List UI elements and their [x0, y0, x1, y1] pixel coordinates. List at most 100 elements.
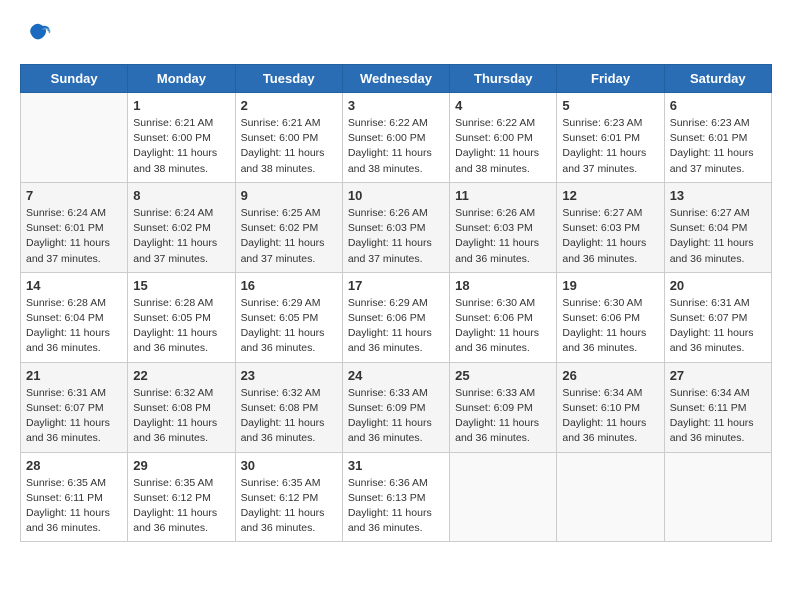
day-cell: 23Sunrise: 6:32 AM Sunset: 6:08 PM Dayli…: [235, 362, 342, 452]
day-info: Sunrise: 6:34 AM Sunset: 6:11 PM Dayligh…: [670, 386, 766, 447]
day-number: 17: [348, 278, 444, 293]
week-row-1: 1 Sunrise: 6:21 AM Sunset: 6:00 PM Daylig…: [21, 93, 772, 183]
day-number: 7: [26, 188, 122, 203]
day-info: Sunrise: 6:32 AM Sunset: 6:08 PM Dayligh…: [133, 386, 229, 447]
day-number: 2: [241, 98, 337, 113]
day-info: Sunrise: 6:24 AM Sunset: 6:02 PM Dayligh…: [133, 206, 229, 267]
day-info: Sunrise: 6:21 AM Sunset: 6:00 PM Dayligh…: [133, 116, 229, 177]
day-cell: 2 Sunrise: 6:21 AM Sunset: 6:00 PM Daylig…: [235, 93, 342, 183]
day-info: Sunrise: 6:26 AM Sunset: 6:03 PM Dayligh…: [455, 206, 551, 267]
day-number: 5: [562, 98, 658, 113]
page-header: [20, 20, 772, 48]
day-cell: 21Sunrise: 6:31 AM Sunset: 6:07 PM Dayli…: [21, 362, 128, 452]
day-number: 8: [133, 188, 229, 203]
day-cell: 6Sunrise: 6:23 AM Sunset: 6:01 PM Daylig…: [664, 93, 771, 183]
header-day-sunday: Sunday: [21, 65, 128, 93]
day-number: 14: [26, 278, 122, 293]
day-number: 13: [670, 188, 766, 203]
day-number: 20: [670, 278, 766, 293]
day-info: Sunrise: 6:29 AM Sunset: 6:05 PM Dayligh…: [241, 296, 337, 357]
header-day-thursday: Thursday: [450, 65, 557, 93]
day-cell: 1 Sunrise: 6:21 AM Sunset: 6:00 PM Daylig…: [128, 93, 235, 183]
week-row-2: 7 Sunrise: 6:24 AM Sunset: 6:01 PM Daylig…: [21, 182, 772, 272]
day-number: 24: [348, 368, 444, 383]
day-info: Sunrise: 6:23 AM Sunset: 6:01 PM Dayligh…: [562, 116, 658, 177]
day-info: Sunrise: 6:29 AM Sunset: 6:06 PM Dayligh…: [348, 296, 444, 357]
day-cell: 5 Sunrise: 6:23 AM Sunset: 6:01 PM Daylig…: [557, 93, 664, 183]
day-number: 9: [241, 188, 337, 203]
day-info: Sunrise: 6:30 AM Sunset: 6:06 PM Dayligh…: [455, 296, 551, 357]
day-cell: 25 Sunrise: 6:33 AM Sunset: 6:09 PM Dayli…: [450, 362, 557, 452]
week-row-3: 14 Sunrise: 6:28 AM Sunset: 6:04 PM Dayli…: [21, 272, 772, 362]
day-cell: 20 Sunrise: 6:31 AM Sunset: 6:07 PM Dayli…: [664, 272, 771, 362]
day-number: 3: [348, 98, 444, 113]
day-number: 18: [455, 278, 551, 293]
logo: [20, 20, 52, 48]
day-info: Sunrise: 6:35 AM Sunset: 6:12 PM Dayligh…: [241, 476, 337, 537]
day-info: Sunrise: 6:27 AM Sunset: 6:04 PM Dayligh…: [670, 206, 766, 267]
day-cell: 14 Sunrise: 6:28 AM Sunset: 6:04 PM Dayli…: [21, 272, 128, 362]
day-cell: 17 Sunrise: 6:29 AM Sunset: 6:06 PM Dayli…: [342, 272, 449, 362]
day-cell: 4 Sunrise: 6:22 AM Sunset: 6:00 PM Daylig…: [450, 93, 557, 183]
day-cell: [450, 452, 557, 542]
day-number: 1: [133, 98, 229, 113]
week-row-5: 28Sunrise: 6:35 AM Sunset: 6:11 PM Dayli…: [21, 452, 772, 542]
day-number: 26: [562, 368, 658, 383]
day-number: 25: [455, 368, 551, 383]
day-number: 22: [133, 368, 229, 383]
day-cell: 30 Sunrise: 6:35 AM Sunset: 6:12 PM Dayli…: [235, 452, 342, 542]
day-info: Sunrise: 6:30 AM Sunset: 6:06 PM Dayligh…: [562, 296, 658, 357]
day-number: 10: [348, 188, 444, 203]
day-info: Sunrise: 6:22 AM Sunset: 6:00 PM Dayligh…: [455, 116, 551, 177]
day-cell: 7 Sunrise: 6:24 AM Sunset: 6:01 PM Daylig…: [21, 182, 128, 272]
day-number: 28: [26, 458, 122, 473]
logo-bird-icon: [24, 20, 52, 48]
day-info: Sunrise: 6:25 AM Sunset: 6:02 PM Dayligh…: [241, 206, 337, 267]
header-day-friday: Friday: [557, 65, 664, 93]
day-cell: [557, 452, 664, 542]
calendar-table: SundayMondayTuesdayWednesdayThursdayFrid…: [20, 64, 772, 542]
week-row-4: 21Sunrise: 6:31 AM Sunset: 6:07 PM Dayli…: [21, 362, 772, 452]
day-info: Sunrise: 6:33 AM Sunset: 6:09 PM Dayligh…: [455, 386, 551, 447]
day-cell: 11 Sunrise: 6:26 AM Sunset: 6:03 PM Dayli…: [450, 182, 557, 272]
day-number: 4: [455, 98, 551, 113]
header-day-monday: Monday: [128, 65, 235, 93]
day-number: 29: [133, 458, 229, 473]
day-cell: 3 Sunrise: 6:22 AM Sunset: 6:00 PM Daylig…: [342, 93, 449, 183]
day-cell: [664, 452, 771, 542]
day-cell: 26 Sunrise: 6:34 AM Sunset: 6:10 PM Dayli…: [557, 362, 664, 452]
day-cell: 27Sunrise: 6:34 AM Sunset: 6:11 PM Dayli…: [664, 362, 771, 452]
day-info: Sunrise: 6:31 AM Sunset: 6:07 PM Dayligh…: [670, 296, 766, 357]
day-info: Sunrise: 6:24 AM Sunset: 6:01 PM Dayligh…: [26, 206, 122, 267]
day-cell: 9 Sunrise: 6:25 AM Sunset: 6:02 PM Daylig…: [235, 182, 342, 272]
calendar-header: SundayMondayTuesdayWednesdayThursdayFrid…: [21, 65, 772, 93]
day-number: 21: [26, 368, 122, 383]
day-cell: 28Sunrise: 6:35 AM Sunset: 6:11 PM Dayli…: [21, 452, 128, 542]
header-day-tuesday: Tuesday: [235, 65, 342, 93]
day-cell: [21, 93, 128, 183]
day-info: Sunrise: 6:35 AM Sunset: 6:12 PM Dayligh…: [133, 476, 229, 537]
day-number: 12: [562, 188, 658, 203]
day-info: Sunrise: 6:28 AM Sunset: 6:05 PM Dayligh…: [133, 296, 229, 357]
day-number: 23: [241, 368, 337, 383]
day-cell: 31 Sunrise: 6:36 AM Sunset: 6:13 PM Dayli…: [342, 452, 449, 542]
day-cell: 13 Sunrise: 6:27 AM Sunset: 6:04 PM Dayli…: [664, 182, 771, 272]
day-cell: 15 Sunrise: 6:28 AM Sunset: 6:05 PM Dayli…: [128, 272, 235, 362]
day-cell: 16Sunrise: 6:29 AM Sunset: 6:05 PM Dayli…: [235, 272, 342, 362]
day-info: Sunrise: 6:33 AM Sunset: 6:09 PM Dayligh…: [348, 386, 444, 447]
day-info: Sunrise: 6:34 AM Sunset: 6:10 PM Dayligh…: [562, 386, 658, 447]
day-number: 30: [241, 458, 337, 473]
day-info: Sunrise: 6:22 AM Sunset: 6:00 PM Dayligh…: [348, 116, 444, 177]
day-number: 31: [348, 458, 444, 473]
day-number: 15: [133, 278, 229, 293]
day-cell: 19 Sunrise: 6:30 AM Sunset: 6:06 PM Dayli…: [557, 272, 664, 362]
day-info: Sunrise: 6:36 AM Sunset: 6:13 PM Dayligh…: [348, 476, 444, 537]
day-info: Sunrise: 6:21 AM Sunset: 6:00 PM Dayligh…: [241, 116, 337, 177]
header-day-wednesday: Wednesday: [342, 65, 449, 93]
day-info: Sunrise: 6:28 AM Sunset: 6:04 PM Dayligh…: [26, 296, 122, 357]
calendar-body: 1 Sunrise: 6:21 AM Sunset: 6:00 PM Daylig…: [21, 93, 772, 542]
day-number: 19: [562, 278, 658, 293]
day-cell: 29 Sunrise: 6:35 AM Sunset: 6:12 PM Dayli…: [128, 452, 235, 542]
day-cell: 8 Sunrise: 6:24 AM Sunset: 6:02 PM Daylig…: [128, 182, 235, 272]
day-number: 11: [455, 188, 551, 203]
